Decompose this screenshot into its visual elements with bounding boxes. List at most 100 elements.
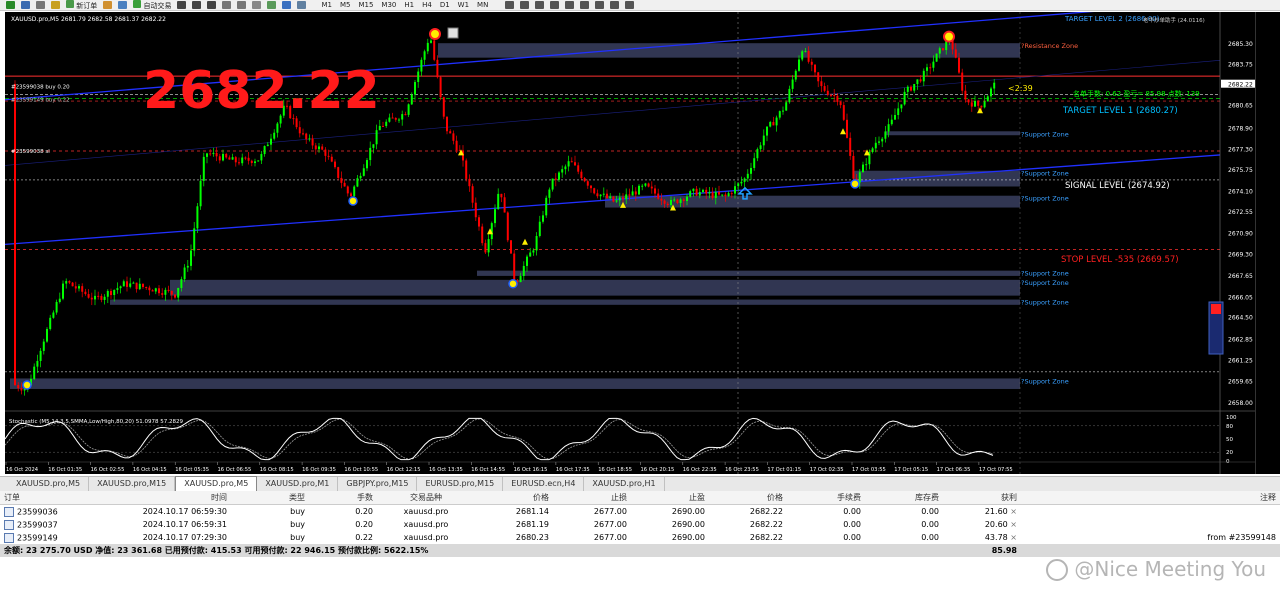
order-row[interactable]: 23599036 2024.10.17 06:59:30 buy 0.20 xauusd… (0, 505, 1280, 519)
cell-time: 2024.10.17 06:59:31 (142, 520, 227, 529)
chart-tab[interactable]: XAUUSD.pro,M1 (257, 477, 339, 491)
chart-tab[interactable]: EURUSD.pro,M15 (417, 477, 504, 491)
timeframe-d1[interactable]: D1 (437, 1, 453, 9)
chart-tab[interactable]: EURUSD.ecn,H4 (503, 477, 585, 491)
candle-body (922, 70, 925, 82)
candle-body (503, 197, 506, 213)
trendline-icon[interactable] (565, 1, 575, 9)
fibonacci-icon[interactable] (595, 1, 605, 9)
candle-body (138, 283, 141, 290)
account-summary: 余额: 23 275.70 USD 净值: 23 361.68 已用预付款: 4… (0, 544, 943, 557)
price-tick-label: 2664.50 (1228, 315, 1253, 322)
new-order-button[interactable]: 新订单 (66, 0, 97, 11)
timeframe-w1[interactable]: W1 (455, 1, 472, 9)
candle-body (538, 221, 541, 236)
column-header[interactable]: 订单 (0, 491, 103, 505)
chart-object-icon[interactable] (447, 27, 459, 39)
support-zone (477, 270, 1020, 276)
orders-table: 订单 时间 类型 手数 交易品种 价格 止损 止盈 价格 手续费 库存费 获利 注释 23599036 2… (0, 491, 1280, 557)
chart-tab[interactable]: XAUUSD.pro,M15 (89, 477, 176, 491)
indicators-icon[interactable] (267, 1, 277, 9)
candle-body (916, 79, 919, 85)
chart-canvas[interactable]: ?Resistance Zone?Support Zone?Support Zo… (5, 12, 1255, 474)
cell-lots: 0.20 (355, 520, 373, 529)
vertical-line-icon[interactable] (535, 1, 545, 9)
profiles-icon[interactable] (21, 1, 30, 9)
timeframe-m30[interactable]: M30 (378, 1, 399, 9)
column-header[interactable]: 手续费 (787, 491, 865, 505)
crosshair-icon[interactable] (520, 1, 530, 9)
current-price-marker-label: 2682.22 (1228, 82, 1253, 89)
chart-tab[interactable]: XAUUSD.pro,M5 (8, 477, 90, 491)
candle-body (596, 193, 599, 197)
column-header[interactable]: 类型 (231, 491, 309, 505)
column-header[interactable]: 时间 (103, 491, 231, 505)
candle-body (100, 295, 103, 300)
auto-trading-button[interactable]: 自动交易 (133, 0, 171, 11)
navigator-icon[interactable] (51, 1, 60, 9)
zoom-in-icon[interactable] (222, 1, 232, 9)
column-header[interactable]: 价格 (709, 491, 787, 505)
close-order-icon[interactable]: × (1008, 507, 1017, 516)
grid-icon[interactable] (252, 1, 262, 9)
column-header[interactable]: 库存费 (865, 491, 943, 505)
candle-body (426, 42, 429, 52)
arrows-icon[interactable] (625, 1, 635, 9)
cell-order: 23599149 (17, 533, 58, 542)
bar-chart-icon[interactable] (177, 1, 187, 9)
timeframe-mn[interactable]: MN (474, 1, 491, 9)
horizontal-line-icon[interactable] (550, 1, 560, 9)
column-header[interactable]: 交易品种 (377, 491, 475, 505)
price-tick-label: 2680.65 (1228, 102, 1253, 109)
cell-type: buy (290, 507, 305, 516)
time-tick-label: 16 Oct 13:35 (429, 467, 463, 473)
candle-body (913, 84, 916, 91)
candle-body (954, 49, 957, 58)
close-order-icon[interactable]: × (1008, 520, 1017, 529)
timeframe-h4[interactable]: H4 (419, 1, 435, 9)
candle-body (462, 150, 464, 161)
candle-body (942, 48, 944, 51)
candle-body (634, 191, 637, 195)
chart-tab[interactable]: XAUUSD.pro,H1 (584, 477, 665, 491)
order-row[interactable]: 23599037 2024.10.17 06:59:31 buy 0.20 xauusd… (0, 518, 1280, 531)
column-header[interactable]: 获利 (943, 491, 1021, 505)
close-order-icon[interactable]: × (1008, 533, 1017, 542)
candle-body (881, 138, 884, 142)
column-header[interactable]: 注释 (1021, 491, 1280, 505)
zoom-out-icon[interactable] (237, 1, 247, 9)
order-row[interactable]: 23599149 2024.10.17 07:29:30 buy 0.22 xauusd… (0, 531, 1280, 544)
auto-trading-icon (133, 0, 142, 8)
candle-chart-icon[interactable] (192, 1, 202, 9)
timeframe-m5[interactable]: M5 (337, 1, 354, 9)
chart-tab[interactable]: XAUUSD.pro,M5 (175, 476, 258, 491)
candle-body (398, 119, 400, 121)
candle-body (94, 295, 96, 300)
channel-icon[interactable] (580, 1, 590, 9)
column-header[interactable]: 止损 (553, 491, 631, 505)
side-panel-red-button[interactable] (1211, 304, 1221, 314)
chart-tab[interactable]: GBPJPY.pro,M15 (338, 477, 418, 491)
text-icon[interactable] (610, 1, 620, 9)
alerts-icon[interactable] (118, 1, 128, 9)
column-header[interactable]: 止盈 (631, 491, 709, 505)
price-chart[interactable]: ?Resistance Zone ?Support Zone ?Support Zo… (5, 12, 1255, 474)
templates-icon[interactable] (297, 1, 307, 9)
periods-icon[interactable] (282, 1, 292, 9)
timeframe-h1[interactable]: H1 (401, 1, 417, 9)
history-icon[interactable] (103, 1, 113, 9)
cursor-icon[interactable] (505, 1, 515, 9)
timeframe-m1[interactable]: M1 (318, 1, 335, 9)
candle-body (663, 200, 666, 204)
zoom-icon[interactable] (36, 1, 45, 9)
candle-body (830, 94, 832, 96)
line-chart-icon[interactable] (207, 1, 217, 9)
column-header[interactable]: 手数 (309, 491, 377, 505)
candle-body (993, 82, 996, 89)
candle-body (46, 329, 48, 342)
new-chart-icon[interactable] (6, 1, 15, 9)
column-header[interactable]: 价格 (475, 491, 553, 505)
candle-body (734, 186, 736, 194)
candle-body (775, 117, 778, 126)
timeframe-m15[interactable]: M15 (355, 1, 376, 9)
